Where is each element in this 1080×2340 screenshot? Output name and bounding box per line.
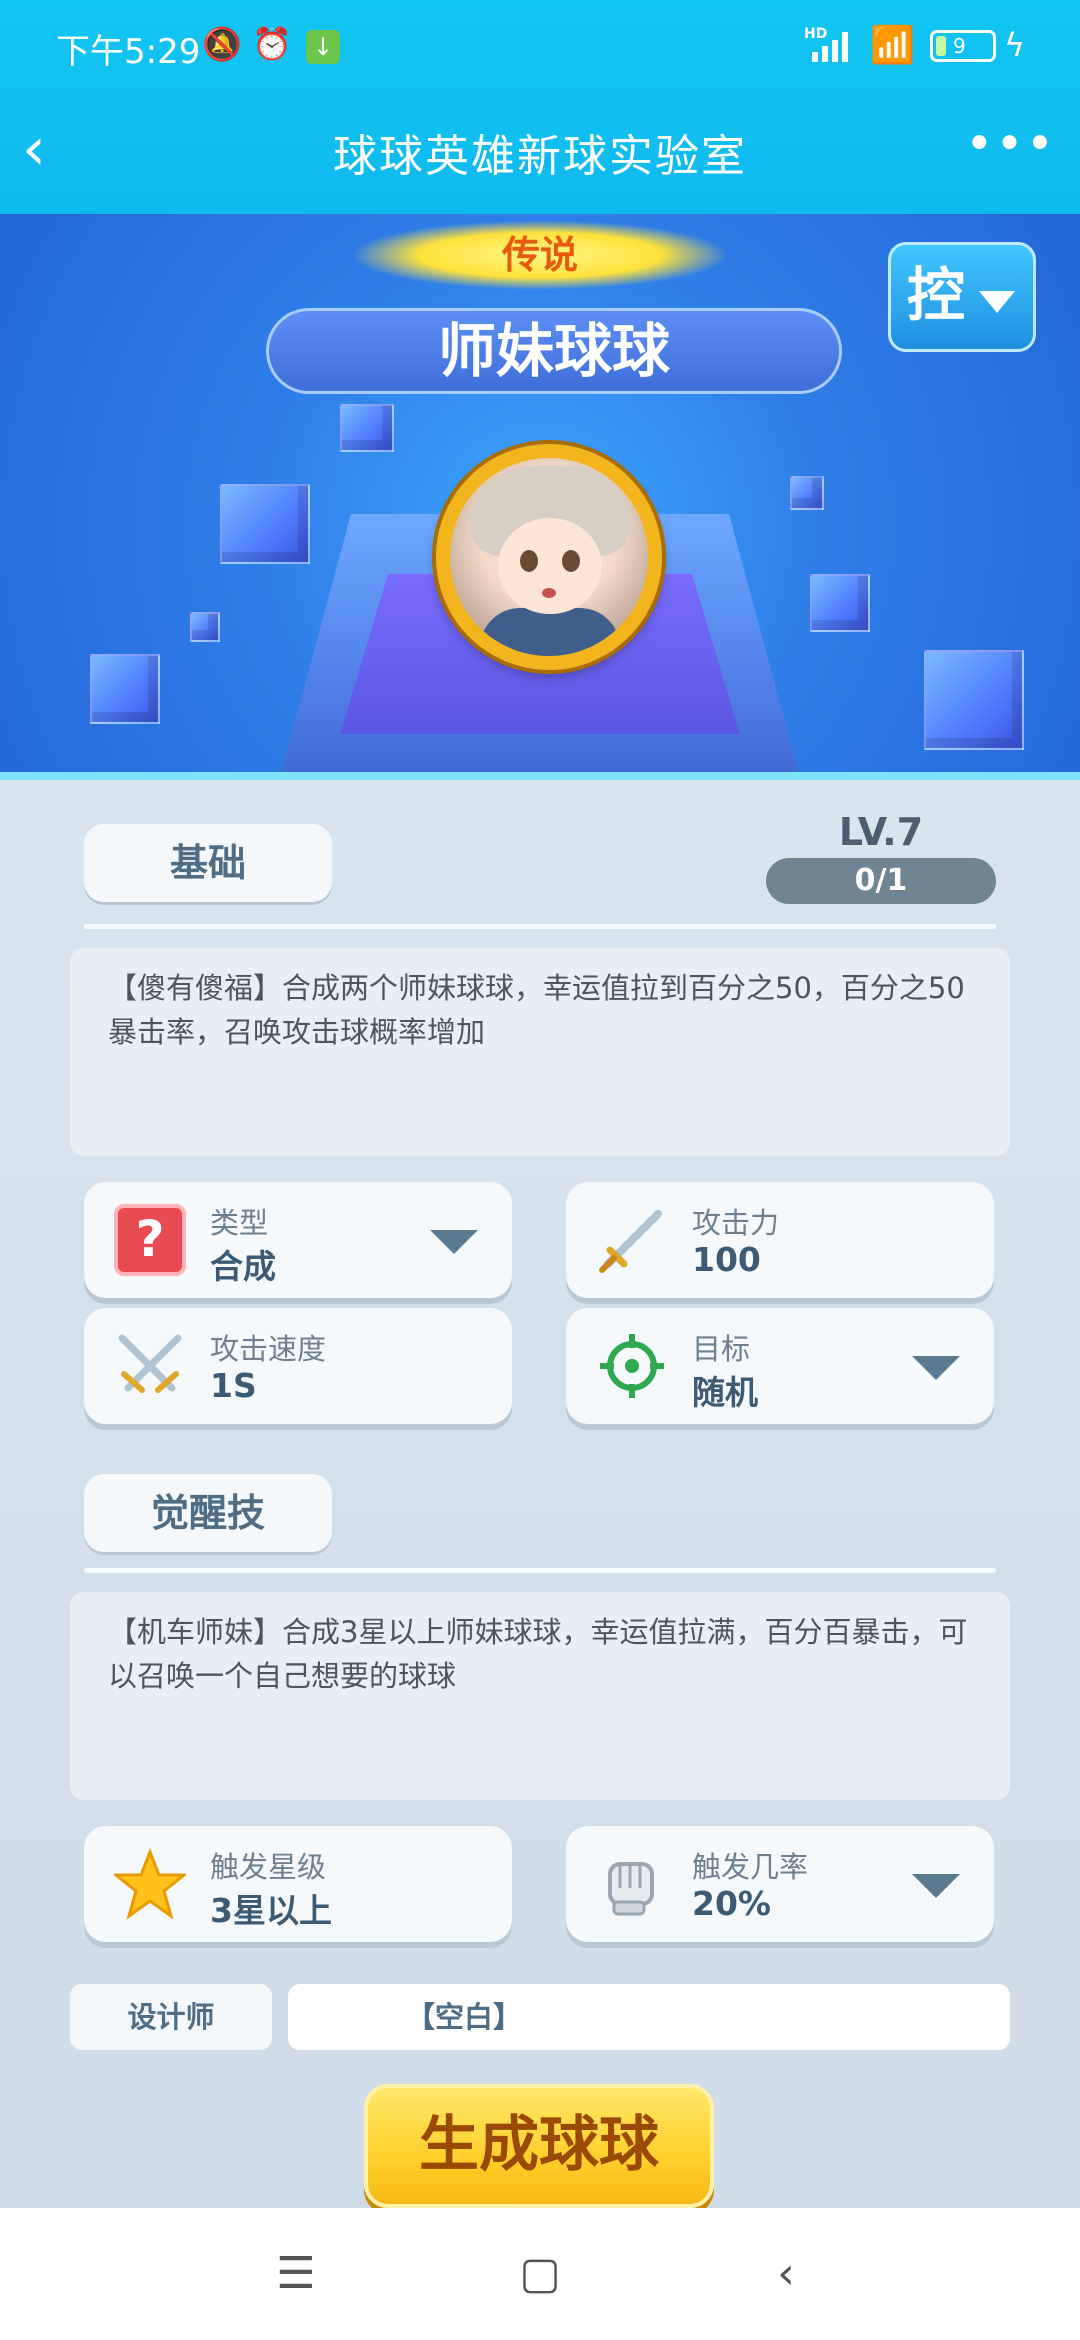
dropdown-arrow-icon[interactable] <box>430 1230 478 1254</box>
stat-card-attack-speed: 攻击速度 1S <box>84 1308 512 1424</box>
stat-card-type[interactable]: ? 类型 合成 <box>84 1182 512 1298</box>
tab-awaken[interactable]: 觉醒技 <box>84 1474 332 1552</box>
character-avatar[interactable] <box>436 444 662 670</box>
back-nav-icon[interactable]: ‹ <box>756 2244 816 2304</box>
sword-icon <box>599 1210 662 1273</box>
menu-icon[interactable]: ☰ <box>266 2244 326 2304</box>
hero-divider <box>0 772 1080 780</box>
wifi-icon: 📶 <box>870 25 915 66</box>
system-nav-bar: ☰ ▢ ‹ <box>0 2208 1080 2340</box>
charging-icon: ϟ <box>1004 26 1026 64</box>
status-time: 下午5:29 <box>56 32 201 72</box>
signal-icon <box>812 32 856 62</box>
generate-ball-button[interactable]: 生成球球 <box>364 2084 714 2208</box>
control-label: 控 <box>907 261 966 329</box>
dropdown-arrow-icon[interactable] <box>912 1874 960 1898</box>
mute-bell-icon: 🔕 <box>202 25 242 63</box>
control-dropdown-button[interactable]: 控 <box>888 242 1036 352</box>
stat-value: 3星以上 <box>210 1891 332 1930</box>
level-progress: 0/1 <box>766 858 996 904</box>
gauntlet-icon <box>608 1862 654 1916</box>
designer-input[interactable]: 【空白】 <box>288 1984 1010 2050</box>
decor-cube <box>90 654 160 724</box>
content-panel: 基础 LV.7 0/1 【傻有傻福】合成两个师妹球球，幸运值拉到百分之50，百分… <box>0 780 1080 2208</box>
alarm-icon: ⏰ <box>252 25 292 63</box>
top-bar: 下午5:29 🔕 ⏰ ↓ HD 📶 9 ϟ ‹ 球球英雄新球实验室 ••• <box>0 0 1080 214</box>
designer-label: 设计师 <box>70 1984 272 2050</box>
stat-label: 攻击力 <box>692 1206 780 1240</box>
caret-down-icon <box>979 291 1015 313</box>
battery-icon: 9 <box>930 30 996 62</box>
decor-cube <box>220 484 310 564</box>
page-title: 球球英雄新球实验室 <box>333 131 747 182</box>
decor-cube <box>790 476 824 510</box>
decor-cube <box>810 574 870 632</box>
stat-label: 触发星级 <box>210 1850 327 1884</box>
stat-value: 1S <box>210 1366 257 1405</box>
stat-value: 20% <box>692 1884 771 1923</box>
star-icon <box>114 1848 186 1920</box>
dropdown-arrow-icon[interactable] <box>912 1356 960 1380</box>
stat-label: 触发几率 <box>692 1850 809 1884</box>
level-block: LV.7 0/1 <box>766 810 996 904</box>
stat-card-trigger-rate[interactable]: 触发几率 20% <box>566 1826 994 1942</box>
stat-value: 随机 <box>692 1373 758 1412</box>
battery-level: 9 <box>953 34 966 58</box>
decor-cube <box>190 612 220 642</box>
target-icon <box>600 1334 664 1398</box>
ball-name: 师妹球球 <box>266 308 842 394</box>
stat-label: 攻击速度 <box>210 1332 327 1366</box>
tab-basic[interactable]: 基础 <box>84 824 332 902</box>
stat-label: 目标 <box>692 1332 751 1366</box>
more-dots-icon: ••• <box>965 116 1056 172</box>
basic-description: 【傻有傻福】合成两个师妹球球，幸运值拉到百分之50，百分之50暴击率，召唤攻击球… <box>70 948 1010 1156</box>
level-label: LV.7 <box>838 810 924 854</box>
stat-card-trigger-star: 触发星级 3星以上 <box>84 1826 512 1942</box>
divider <box>84 1568 996 1573</box>
crossed-swords-icon <box>118 1334 182 1393</box>
decor-cube <box>924 650 1024 750</box>
stat-card-target[interactable]: 目标 随机 <box>566 1308 994 1424</box>
awaken-description: 【机车师妹】合成3星以上师妹球球，幸运值拉满，百分百暴击，可以召唤一个自己想要的… <box>70 1592 1010 1800</box>
download-icon: ↓ <box>306 30 340 64</box>
decor-cube <box>340 404 394 452</box>
hero-banner: 传说 师妹球球 控 <box>0 214 1080 780</box>
question-icon: ? <box>114 1204 186 1276</box>
app-header: ‹ 球球英雄新球实验室 ••• <box>0 96 1080 214</box>
stat-value: 100 <box>692 1240 761 1279</box>
stat-card-attack: 攻击力 100 <box>566 1182 994 1298</box>
status-bar: 下午5:29 🔕 ⏰ ↓ HD 📶 9 ϟ <box>0 0 1080 96</box>
more-button[interactable]: ••• <box>965 116 1056 172</box>
home-icon[interactable]: ▢ <box>510 2244 570 2304</box>
rarity-badge: 传说 <box>350 220 730 290</box>
divider <box>84 924 996 929</box>
stat-value: 合成 <box>210 1247 276 1286</box>
stat-label: 类型 <box>210 1206 269 1240</box>
